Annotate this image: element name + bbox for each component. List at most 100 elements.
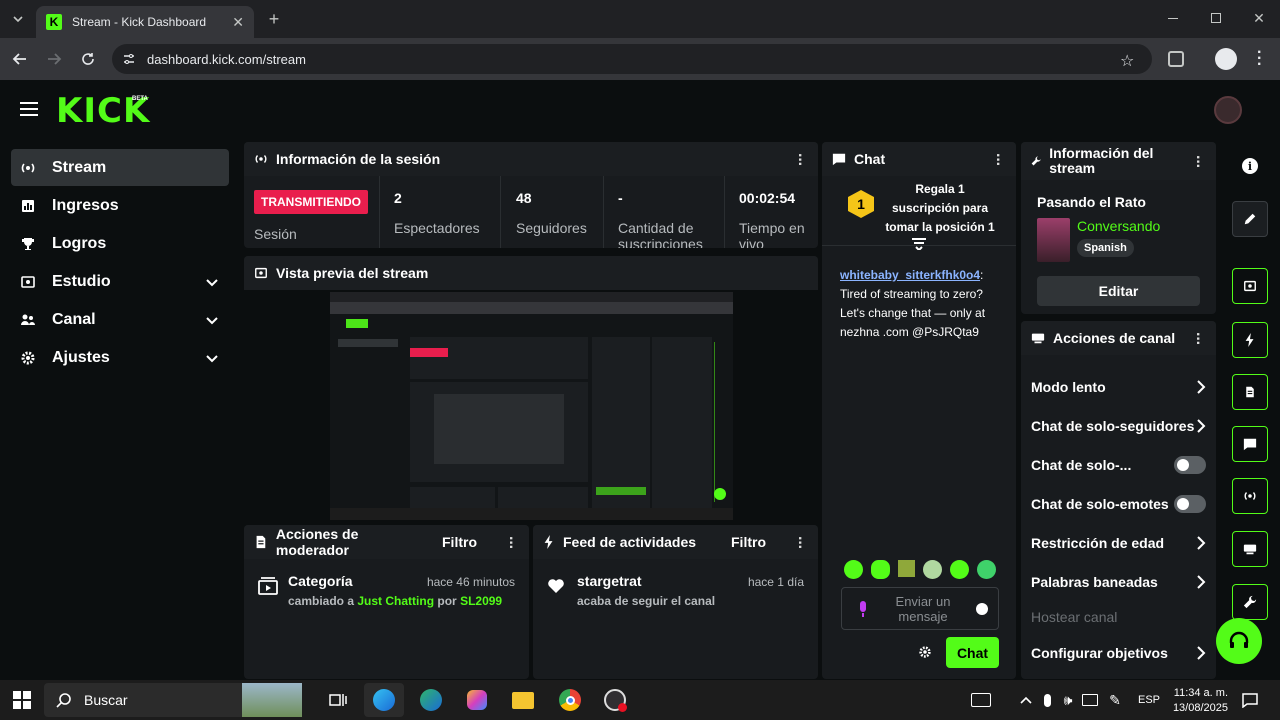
chat-widget-button[interactable] xyxy=(1232,426,1268,462)
copilot-icon[interactable] xyxy=(465,688,489,712)
more-options-icon[interactable]: ··· xyxy=(790,536,808,549)
info-icon[interactable]: i xyxy=(1242,158,1258,174)
more-options-icon[interactable]: ··· xyxy=(501,536,519,549)
slow-mode-action[interactable]: Modo lento xyxy=(1021,367,1216,406)
emote-icon[interactable] xyxy=(923,560,942,579)
edit-stream-button[interactable]: Editar xyxy=(1037,276,1200,306)
edit-layout-button[interactable] xyxy=(1232,201,1268,237)
reload-icon[interactable] xyxy=(78,49,98,69)
stream-info-widget-button[interactable] xyxy=(1232,584,1268,620)
emote-icon[interactable] xyxy=(898,560,915,577)
emoji-icon[interactable] xyxy=(976,602,988,615)
url-field[interactable]: dashboard.kick.com/stream ☆ xyxy=(112,44,1152,74)
filter-button[interactable]: Filtro xyxy=(731,534,766,550)
edge-icon[interactable] xyxy=(419,688,443,712)
new-tab-icon[interactable]: + xyxy=(264,9,284,29)
profile-avatar[interactable] xyxy=(1215,48,1237,70)
stream-info-panel: Información del stream ··· Pasando el Ra… xyxy=(1021,142,1216,314)
browser-tab[interactable]: K Stream - Kick Dashboard ✕ xyxy=(36,6,254,38)
activity-user[interactable]: stargetrat xyxy=(577,573,642,589)
followers-only-action[interactable]: Chat de solo-seguidores xyxy=(1021,406,1216,445)
forward-icon[interactable] xyxy=(44,49,64,69)
site-info-icon[interactable] xyxy=(122,52,136,66)
emote-icon[interactable] xyxy=(844,560,863,579)
category-name[interactable]: Conversando xyxy=(1077,218,1160,234)
subs-only-action[interactable]: Chat de solo-... xyxy=(1021,445,1216,484)
broadcast-icon xyxy=(1244,492,1256,500)
chrome-icon[interactable] xyxy=(558,688,582,712)
configure-goals-action[interactable]: Configurar objetivos xyxy=(1021,633,1216,672)
emote-icon[interactable] xyxy=(977,560,996,579)
windows-start-icon[interactable] xyxy=(10,688,34,712)
more-options-icon[interactable]: ··· xyxy=(1188,155,1206,168)
sidebar-item-ajustes[interactable]: Ajustes xyxy=(11,339,229,376)
network-icon[interactable] xyxy=(1078,688,1102,712)
preview-widget-button[interactable] xyxy=(1232,268,1268,304)
session-widget-button[interactable] xyxy=(1232,478,1268,514)
taskbar-search[interactable]: Buscar xyxy=(44,683,302,717)
action-label: Configurar objetivos xyxy=(1031,644,1168,661)
chevron-down-icon[interactable] xyxy=(204,350,220,366)
more-options-icon[interactable]: ··· xyxy=(790,153,808,166)
chat-username[interactable]: whitebaby_sitterkfhk0o4 xyxy=(840,268,980,282)
notifications-icon[interactable] xyxy=(1238,688,1262,712)
mod-actions-widget-button[interactable] xyxy=(1232,374,1268,410)
stat-label: Cantidad de suscripciones xyxy=(618,220,703,248)
extensions-icon[interactable] xyxy=(1168,51,1184,67)
stream-preview-video[interactable] xyxy=(330,292,733,520)
hamburger-menu-icon[interactable] xyxy=(20,102,38,116)
kick-favicon-icon: K xyxy=(46,14,62,30)
close-tab-icon[interactable]: ✕ xyxy=(232,14,244,31)
volume-icon[interactable]: 🕪 xyxy=(1056,688,1080,712)
emote-icon[interactable] xyxy=(871,560,890,579)
channel-actions-widget-button[interactable] xyxy=(1232,531,1268,567)
activity-widget-button[interactable] xyxy=(1232,322,1268,358)
subs-count: - xyxy=(618,190,623,206)
file-explorer-icon[interactable] xyxy=(511,688,535,712)
edge-browser-icon[interactable] xyxy=(364,683,404,717)
expand-icon[interactable] xyxy=(912,238,926,250)
language-indicator[interactable]: ESP xyxy=(1138,694,1160,706)
chat-settings-icon[interactable] xyxy=(918,645,932,659)
minimize-icon[interactable] xyxy=(1168,18,1178,19)
sidebar-item-stream[interactable]: Stream xyxy=(11,149,229,186)
bookmark-star-icon[interactable]: ☆ xyxy=(1120,51,1134,71)
sidebar-item-logros[interactable]: Logros xyxy=(11,225,229,262)
chat-header: Chat ··· xyxy=(822,142,1016,176)
emote-icon[interactable] xyxy=(950,560,969,579)
restore-icon[interactable] xyxy=(1211,13,1221,23)
sidebar-item-estudio[interactable]: Estudio xyxy=(11,263,229,300)
subs-only-toggle[interactable] xyxy=(1174,455,1206,474)
browser-menu-icon[interactable]: · · · xyxy=(1257,45,1263,73)
chevron-down-icon[interactable] xyxy=(204,312,220,328)
chevron-right-icon xyxy=(1197,574,1206,589)
more-options-icon[interactable]: ··· xyxy=(1188,332,1206,345)
close-window-icon[interactable]: ✕ xyxy=(1250,9,1268,27)
send-chat-button[interactable]: Chat xyxy=(946,637,999,668)
user-link[interactable]: SL2099 xyxy=(460,594,502,608)
pen-tray-icon[interactable]: ✎ xyxy=(1103,688,1127,712)
host-channel-action: Hostear canal xyxy=(1021,601,1216,633)
keyboard-icon[interactable] xyxy=(969,688,993,712)
microphone-icon[interactable] xyxy=(858,600,868,618)
chat-input[interactable]: Enviar un mensaje xyxy=(841,587,999,630)
emotes-only-action[interactable]: Chat de solo-emotes xyxy=(1021,484,1216,523)
category-link[interactable]: Just Chatting xyxy=(357,594,434,608)
banned-words-action[interactable]: Palabras baneadas xyxy=(1021,562,1216,601)
user-avatar[interactable] xyxy=(1214,96,1242,124)
clock[interactable]: 11:34 a. m. 13/08/2025 xyxy=(1170,686,1228,716)
sidebar-item-canal[interactable]: Canal xyxy=(11,301,229,338)
task-view-icon[interactable] xyxy=(326,688,350,712)
more-options-icon[interactable]: ··· xyxy=(988,153,1006,166)
category-thumbnail[interactable] xyxy=(1037,218,1070,262)
obs-icon[interactable] xyxy=(603,688,627,712)
pinned-gift-banner[interactable]: 1 Regala 1 suscripción para tomar la pos… xyxy=(822,176,1016,250)
age-restriction-action[interactable]: Restricción de edad xyxy=(1021,523,1216,562)
back-icon[interactable] xyxy=(10,49,30,69)
help-support-button[interactable] xyxy=(1216,618,1262,664)
tab-list-icon[interactable] xyxy=(8,10,28,28)
chevron-down-icon[interactable] xyxy=(204,274,220,290)
emotes-only-toggle[interactable] xyxy=(1174,494,1206,513)
filter-button[interactable]: Filtro xyxy=(442,534,477,550)
sidebar-item-ingresos[interactable]: Ingresos xyxy=(11,187,229,224)
